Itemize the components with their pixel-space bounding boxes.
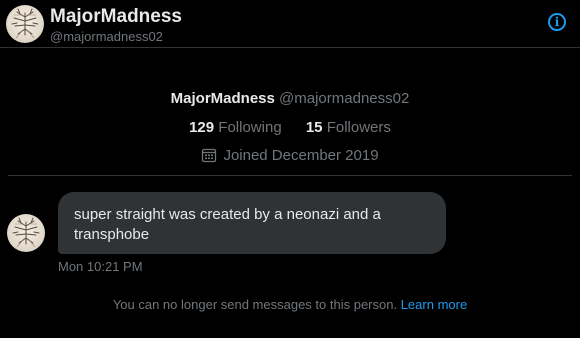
calendar-icon bbox=[202, 148, 217, 163]
followers-label: Followers bbox=[326, 119, 391, 136]
learn-more-link[interactable]: Learn more bbox=[401, 297, 467, 312]
following-link[interactable]: 129 Following bbox=[189, 119, 286, 136]
joined-date: Joined December 2019 bbox=[0, 147, 580, 164]
divider bbox=[8, 175, 572, 176]
following-label: Following bbox=[218, 119, 282, 136]
conversation-header: MajorMadness @majormadness02 i bbox=[0, 0, 580, 48]
message-timestamp: Mon 10:21 PM bbox=[58, 259, 143, 274]
profile-name[interactable]: MajorMadness bbox=[171, 90, 275, 107]
avatar-image bbox=[12, 217, 40, 248]
profile-summary: MajorMadness @majormadness02 129 Followi… bbox=[0, 90, 580, 164]
profile-stats: 129 Following 15 Followers bbox=[0, 119, 580, 136]
avatar-image bbox=[11, 8, 39, 39]
profile-name-row: MajorMadness @majormadness02 bbox=[0, 90, 580, 107]
message-bubble[interactable]: super straight was created by a neonazi … bbox=[58, 192, 446, 254]
joined-text: Joined December 2019 bbox=[223, 147, 379, 164]
message-avatar[interactable] bbox=[7, 214, 45, 252]
notice-text: You can no longer send messages to this … bbox=[112, 297, 398, 312]
avatar[interactable] bbox=[6, 5, 44, 43]
profile-handle[interactable]: @majormadness02 bbox=[279, 90, 409, 107]
message-text: super straight was created by a neonazi … bbox=[74, 206, 381, 243]
blocked-notice: You can no longer send messages to this … bbox=[0, 297, 580, 312]
header-name[interactable]: MajorMadness bbox=[50, 6, 182, 28]
header-handle[interactable]: @majormadness02 bbox=[50, 29, 163, 44]
followers-count: 15 bbox=[305, 119, 323, 136]
info-icon[interactable]: i bbox=[548, 13, 566, 31]
followers-link[interactable]: 15 Followers bbox=[306, 119, 391, 136]
following-count: 129 bbox=[189, 119, 215, 136]
